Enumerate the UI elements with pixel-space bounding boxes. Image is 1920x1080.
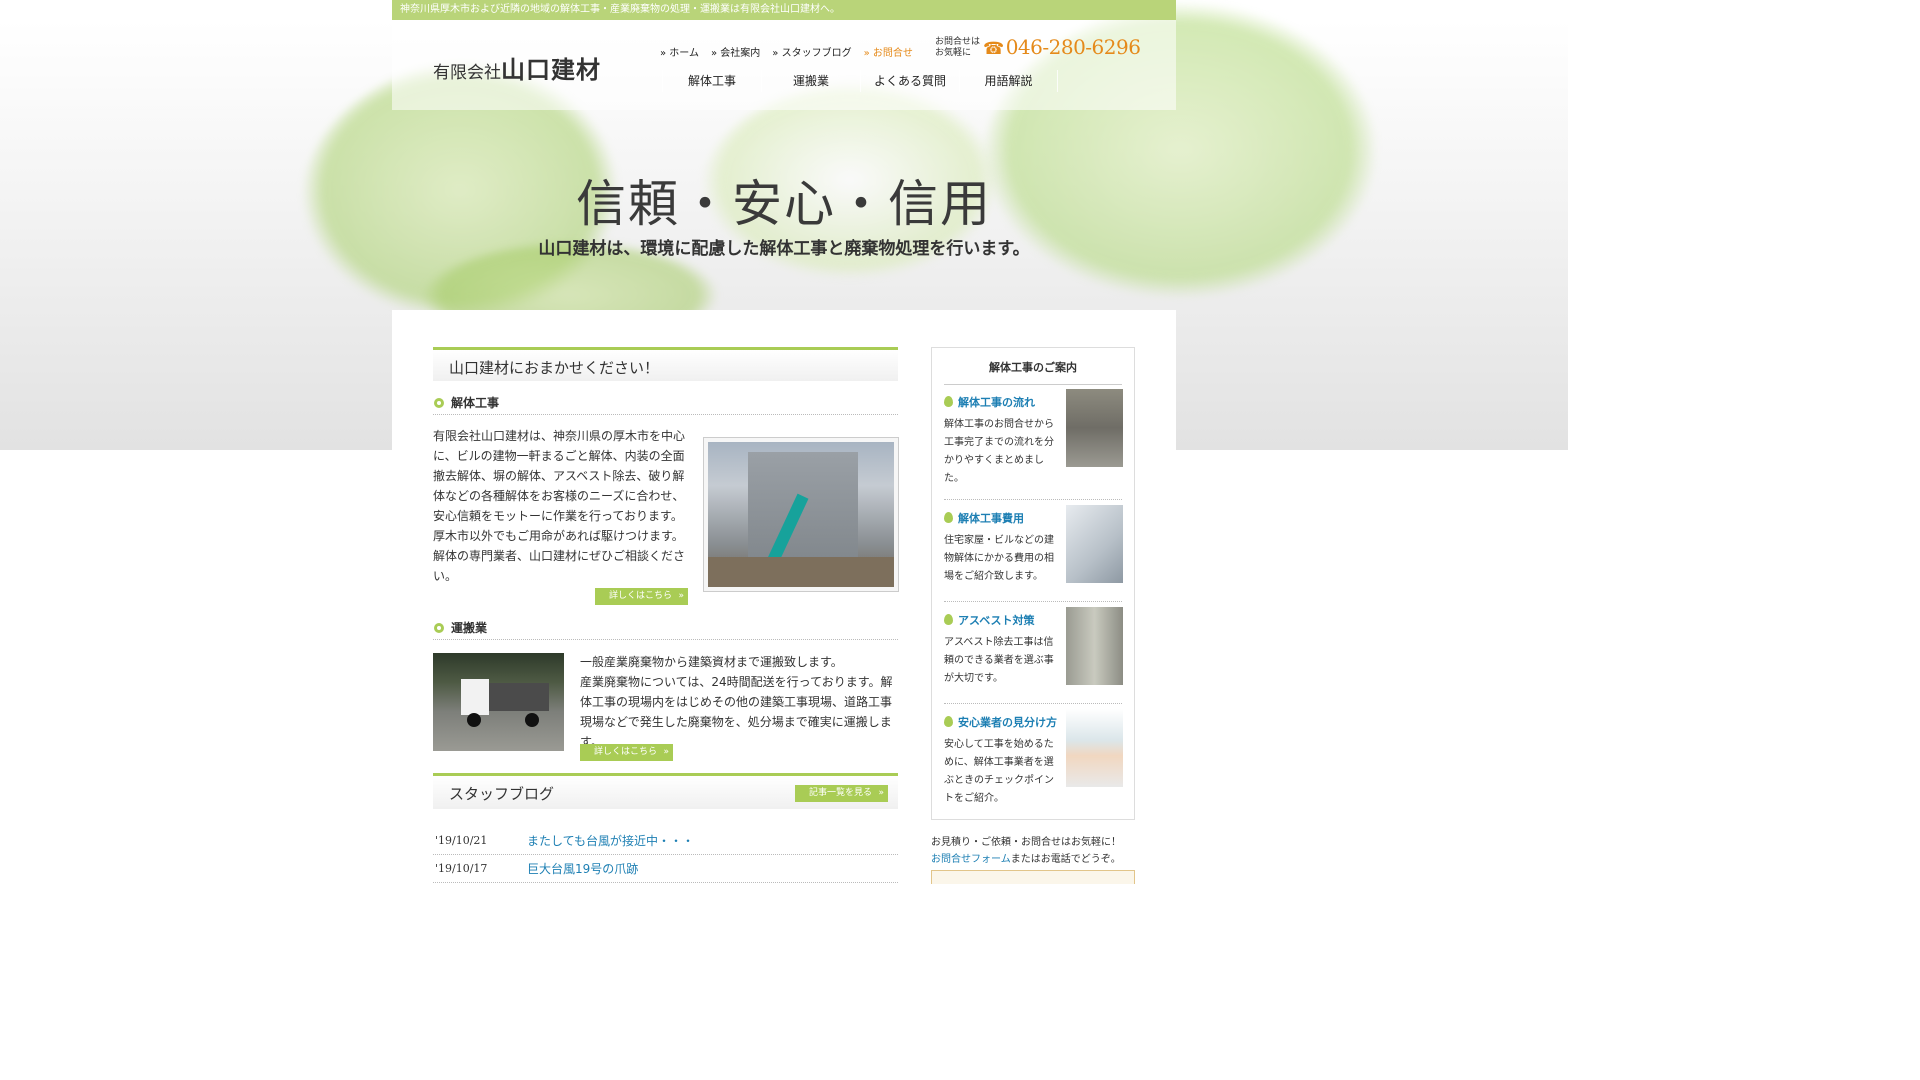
blog-title-link[interactable]: 巨大台風19号の爪跡 [527,855,638,882]
phone-icon: ☎ [983,39,1004,59]
site-logo[interactable]: 有限会社山口建材 [433,50,601,85]
hero-title: 信頼・安心・信用 [576,175,992,233]
phone-number-text: 046-280-6296 [1005,35,1141,59]
excavator-thumbnail [1066,389,1123,467]
main-heading: 山口建材におまかせください！ [433,347,898,381]
demolition-heading-text: 解体工事 [451,396,500,410]
blog-date: '19/10/21 [435,834,488,847]
transport-text: 一般産業廃棄物から建築資材まで運搬致します。 産業廃棄物については、24時間配送… [580,652,900,752]
tel-note-line1: お問合せは [935,37,981,47]
worker-thumbnail [1066,709,1123,787]
nav-company[interactable]: 会社案内 [711,44,760,59]
truck-wheel-shape [467,713,481,727]
blog-list: '19/10/21 またしても台風が接近中・・・ '19/10/17 巨大台風1… [433,827,898,883]
sidebar-note-line2: お問合せフォームまたはお電話でどうぞ。 [931,851,1121,868]
sidebar-item-title-text: 安心業者の見分け方 [958,716,1057,729]
blog-heading: スタッフブログ 記事一覧を見る [433,773,898,809]
map-pin-icon [944,396,953,407]
demolition-photo [703,437,899,592]
sidebar-item-title-text: アスベスト対策 [958,614,1035,627]
sidebar-item-flow[interactable]: 解体工事の流れ 解体工事のお問合せから工事完了までの流れを分かりやすくまとめまし… [944,389,1123,500]
global-nav: 解体工事 運搬業 よくある質問 用語解説 [662,70,1058,92]
ring-bullet-icon [434,398,444,408]
hero-subtitle: 山口建材は、環境に配慮した解体工事と廃棄物処理を行います。 [538,239,1030,259]
truck-cab-shape [461,679,489,715]
map-pin-icon [944,716,953,727]
truck-photo [433,653,564,751]
blog-entry[interactable]: '19/10/17 巨大台風19号の爪跡 [433,855,898,883]
top-nav: ホーム 会社案内 スタッフブログ お問合せ [660,44,913,59]
transport-text-1: 一般産業廃棄物から建築資材まで運搬致します。 [580,655,843,669]
demolition-heading: 解体工事 [433,395,898,415]
sidebar-item-text: 住宅家屋・ビルなどの建物解体にかかる費用の相場をご紹介致します。 [944,535,1054,582]
logo-company-name: 山口建材 [501,55,601,84]
sidebar-item-contractor[interactable]: 安心業者の見分け方 安心して工事を始めるために、解体工事業者を選ぶときのチェック… [944,709,1123,808]
transport-more-wrap: 詳しくはこちら [580,739,674,761]
transport-heading-text: 運搬業 [451,621,488,635]
sidebar-item-title-text: 解体工事の流れ [958,396,1035,409]
gnav-glossary[interactable]: 用語解説 [959,70,1058,92]
logo-company-type: 有限会社 [433,63,501,83]
truck-bed-shape [489,683,549,711]
sidebar-note-line1: お見積り・ご依頼・お問合せはお気軽に！ [931,837,1121,848]
nav-contact[interactable]: お問合せ [864,44,913,59]
sidebar-note-tail: またはお電話でどうぞ。 [1010,854,1121,865]
tel-note: お問合せは お気軽に [935,37,980,59]
sidebar-banner[interactable] [931,870,1135,884]
transport-heading: 運搬業 [433,620,898,640]
sidebar-title: 解体工事のご案内 [944,348,1122,385]
truck-wheel-shape [525,713,539,727]
demolition-section: 有限会社山口建材は、神奈川県の厚木市を中心に、ビルの建物一軒まるごと解体、内装の… [433,426,899,605]
demolition-more-button[interactable]: 詳しくはこちら [595,588,689,605]
gnav-faq[interactable]: よくある質問 [860,70,959,92]
blog-date: '19/10/17 [435,862,488,875]
map-pin-icon [944,614,953,625]
nav-home[interactable]: ホーム [660,44,699,59]
main-column: 山口建材におまかせください！ 解体工事 有限会社山口建材は、神奈川県の厚木市を中… [433,347,899,883]
building-shape [748,452,858,572]
calculator-thumbnail [1066,505,1123,583]
nav-staff-blog[interactable]: スタッフブログ [772,44,852,59]
sidebar-item-cost[interactable]: 解体工事費用 住宅家屋・ビルなどの建物解体にかかる費用の相場をご紹介致します。 [944,505,1123,602]
sidebar-item-title-text: 解体工事費用 [958,512,1024,525]
sidebar-item-text: 安心して工事を始めるために、解体工事業者を選ぶときのチェックポイントをご紹介。 [944,739,1054,804]
demolition-text: 有限会社山口建材は、神奈川県の厚木市を中心に、ビルの建物一軒まるごと解体、内装の… [433,426,688,586]
gnav-transport[interactable]: 運搬業 [761,70,860,92]
blog-title-link[interactable]: またしても台風が接近中・・・ [527,827,694,854]
tel-note-line2: お気軽に [935,48,972,58]
ring-bullet-icon [434,623,444,633]
sidebar-item-asbestos[interactable]: アスベスト対策 アスベスト除去工事は信頼のできる業者を選ぶ事が大切です。 [944,607,1123,704]
sidebar-item-text: 解体工事のお問合せから工事完了までの流れを分かりやすくまとめました。 [944,419,1054,484]
sidebar: 解体工事のご案内 解体工事の流れ 解体工事のお問合せから工事完了までの流れを分か… [931,347,1135,820]
sidebar-contact-note: お見積り・ご依頼・お問合せはお気軽に！ お問合せフォームまたはお電話でどうぞ。 [931,834,1121,868]
transport-section: 一般産業廃棄物から建築資材まで運搬致します。 産業廃棄物については、24時間配送… [433,640,898,770]
blog-heading-text: スタッフブログ [449,785,555,803]
gnav-demolition[interactable]: 解体工事 [662,70,761,92]
demolition-text-2: 厚木市以外でもご用命があれば駆けつけます。解体の専門業者、山口建材にぜひご相談く… [433,529,686,583]
contact-form-link[interactable]: お問合せフォーム [931,854,1011,865]
blog-list-button[interactable]: 記事一覧を見る [794,785,888,802]
map-pin-icon [944,512,953,523]
top-tagline: 神奈川県厚木市および近隣の地域の解体工事・産業廃棄物の処理・運搬業は有限会社山口… [392,0,1176,20]
building-demolition-image [708,442,894,587]
sidebar-item-text: アスベスト除去工事は信頼のできる業者を選ぶ事が大切です。 [944,637,1054,684]
page: 有限会社山口建材 ホーム 会社案内 スタッフブログ お問合せ お問合せは お気軽… [392,20,1176,884]
asbestos-thumbnail [1066,607,1123,685]
ground-shape [708,557,894,587]
blog-entry[interactable]: '19/10/21 またしても台風が接近中・・・ [433,827,898,855]
demolition-more-wrap: 詳しくはこちら [595,583,689,605]
phone-number[interactable]: ☎ 046-280-6296 [983,35,1141,59]
transport-more-button[interactable]: 詳しくはこちら [580,744,674,761]
demolition-text-1: 有限会社山口建材は、神奈川県の厚木市を中心に、ビルの建物一軒まるごと解体、内装の… [433,429,686,523]
